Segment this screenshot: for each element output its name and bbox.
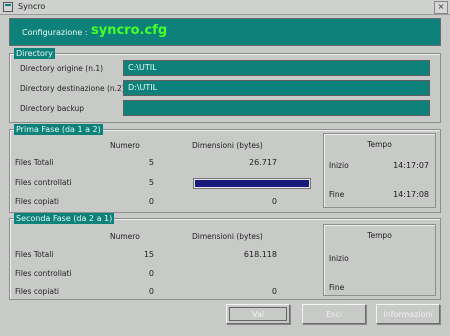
close-button[interactable]: × bbox=[434, 1, 448, 14]
phase1-controllati-label: Files controllati bbox=[15, 178, 72, 187]
phase1-progress-fill bbox=[195, 180, 309, 187]
phase2-copiati-label: Files copiati bbox=[15, 287, 60, 296]
phase1-totali-dimensioni: 26.717 bbox=[249, 158, 277, 167]
phase1-numero-header: Numero bbox=[110, 141, 140, 150]
source-dir-label: Directory origine (n.1) bbox=[20, 64, 104, 73]
dest-dir-label: Directory destinazione (n.2) bbox=[20, 84, 125, 93]
title-bar: Syncro × bbox=[0, 0, 450, 15]
ok-button[interactable]: Vai bbox=[226, 304, 290, 324]
close-icon: × bbox=[437, 2, 445, 11]
phase2-totali-label: Files Totali bbox=[15, 250, 54, 259]
phase2-controllati-numero: 0 bbox=[148, 269, 154, 278]
phase2-dimensioni-header: Dimensioni (bytes) bbox=[192, 232, 263, 241]
phase1-end-time: 14:17:08 bbox=[393, 190, 429, 199]
phase2-totali-numero: 15 bbox=[143, 250, 154, 259]
phase2-time-header: Tempo bbox=[367, 231, 392, 240]
phase1-start-time: 14:17:07 bbox=[393, 161, 429, 170]
phase2-start-label: Inizio bbox=[329, 254, 349, 263]
phase1-start-label: Inizio bbox=[329, 161, 349, 170]
phase1-progress-bar bbox=[193, 178, 311, 189]
exit-button[interactable]: Esci bbox=[302, 304, 366, 324]
directory-group-label: Directory bbox=[14, 48, 55, 59]
info-button[interactable]: Informazioni bbox=[376, 304, 440, 324]
phase2-group: Seconda Fase (da 2 a 1) Numero Dimension… bbox=[9, 213, 441, 300]
phase2-group-label: Seconda Fase (da 2 a 1) bbox=[14, 213, 115, 224]
source-dir-field[interactable]: C:\UTIL bbox=[123, 60, 430, 76]
phase1-totali-numero: 5 bbox=[148, 158, 154, 167]
phase1-controllati-numero: 5 bbox=[148, 178, 154, 187]
phase2-controllati-label: Files controllati bbox=[15, 269, 72, 278]
dest-dir-value: D:\UTIL bbox=[128, 83, 158, 92]
phase1-totali-label: Files Totali bbox=[15, 158, 54, 167]
source-dir-value: C:\UTIL bbox=[128, 63, 157, 72]
configuration-label: Configurazione : bbox=[22, 28, 88, 37]
phase1-copiati-label: Files copiati bbox=[15, 197, 60, 206]
phase2-numero-header: Numero bbox=[110, 232, 140, 241]
dest-dir-field[interactable]: D:\UTIL bbox=[123, 80, 430, 96]
app-icon bbox=[3, 2, 13, 12]
phase2-end-label: Fine bbox=[329, 283, 345, 292]
directory-group: Directory Directory origine (n.1) C:\UTI… bbox=[9, 48, 441, 123]
phase2-totali-dimensioni: 618.118 bbox=[243, 250, 277, 259]
configuration-value: syncro.cfg bbox=[91, 23, 168, 38]
backup-dir-label: Directory backup bbox=[20, 104, 85, 113]
phase1-copiati-dimensioni: 0 bbox=[271, 197, 277, 206]
phase1-end-label: Fine bbox=[329, 190, 345, 199]
window-title: Syncro bbox=[18, 2, 46, 11]
phase2-copiati-dimensioni: 0 bbox=[271, 287, 277, 296]
phase1-copiati-numero: 0 bbox=[148, 197, 154, 206]
phase1-group: Prima Fase (da 1 a 2) Numero Dimensioni … bbox=[9, 124, 441, 213]
phase1-group-label: Prima Fase (da 1 a 2) bbox=[14, 124, 103, 135]
phase1-time-box: Tempo Inizio 14:17:07 Fine 14:17:08 bbox=[323, 133, 436, 208]
phase1-time-header: Tempo bbox=[367, 140, 392, 149]
backup-dir-field[interactable] bbox=[123, 100, 430, 116]
configuration-bar: Configurazione : syncro.cfg bbox=[9, 18, 441, 46]
phase2-copiati-numero: 0 bbox=[148, 287, 154, 296]
phase1-dimensioni-header: Dimensioni (bytes) bbox=[192, 141, 263, 150]
phase2-time-box: Tempo Inizio Fine bbox=[323, 224, 436, 296]
